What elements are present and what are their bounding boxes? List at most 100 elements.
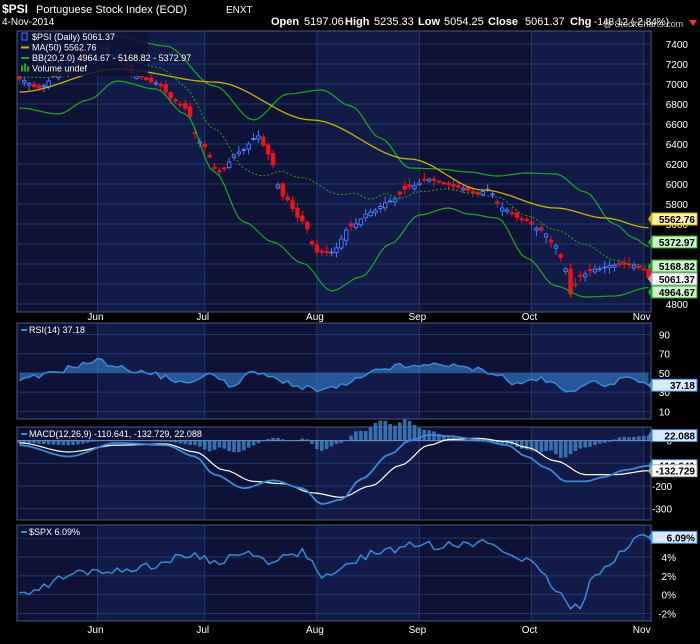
macd-histogram-bar <box>329 440 334 447</box>
chart-header: $PSI Portuguese Stock Index (EOD) ENXT 4… <box>2 2 697 29</box>
price-month-band <box>316 31 420 312</box>
candle-body <box>597 267 602 271</box>
symbol-label: $PSI <box>2 2 28 16</box>
macd-tick-label: -200 <box>652 482 672 493</box>
candle-body <box>607 265 612 269</box>
spx-value-tag: 6.09% <box>667 533 695 544</box>
rsi-tick-label: 90 <box>659 331 671 342</box>
candle-body <box>451 184 456 187</box>
macd-histogram-bar <box>232 440 236 453</box>
close-value: 5061.37 <box>525 16 565 28</box>
index-name-label: Portuguese Stock Index (EOD) <box>36 4 187 16</box>
candle-body <box>217 170 222 173</box>
macd-histogram-bar <box>388 423 392 441</box>
macd-histogram-bar <box>193 440 197 446</box>
macd-histogram-bar <box>61 440 66 446</box>
macd-value-tag: 22.088 <box>664 432 695 443</box>
candle-body <box>309 240 315 245</box>
macd-histogram-bar <box>315 440 319 450</box>
legend-label: Volume undef <box>32 64 88 74</box>
spx-panel: -2%0%2%4%6%$SPX 6.09%6.09% <box>16 524 698 622</box>
month-label: Sep <box>408 625 426 636</box>
spx-tick-label: 2% <box>662 572 677 583</box>
macd-histogram-bar <box>636 436 641 441</box>
macd-histogram-bar <box>51 440 56 445</box>
candle-body <box>563 268 568 273</box>
month-label: Nov <box>633 625 651 636</box>
macd-histogram-bar <box>641 435 646 441</box>
macd-histogram-bar <box>373 422 378 441</box>
candle-body <box>617 262 622 266</box>
price-value-tag: 5168.82 <box>659 262 696 273</box>
candle-body <box>202 143 207 148</box>
candle-body <box>373 209 378 214</box>
chg-value: -148.12 (-2.84%) <box>594 17 669 28</box>
down-arrow-icon <box>689 20 697 26</box>
candle-body <box>148 77 154 83</box>
candle-body <box>397 191 403 195</box>
price-tick-label: 5800 <box>666 200 689 211</box>
macd-histogram-bar <box>622 436 627 441</box>
macd-histogram-bar <box>593 440 597 446</box>
rsi-legend-label: RSI(14) 37.18 <box>29 325 85 335</box>
date-label: 4-Nov-2014 <box>2 17 55 28</box>
candle-body <box>368 211 373 217</box>
candle-body <box>529 221 534 226</box>
candle-body <box>480 191 485 195</box>
macd-histogram-bar <box>588 440 592 447</box>
candle-body <box>241 149 246 151</box>
macd-histogram-bar <box>407 420 412 441</box>
price-value-tag: 5372.97 <box>659 238 696 249</box>
candle-body <box>163 84 168 93</box>
macd-histogram-bar <box>368 427 373 441</box>
candle-body <box>158 84 164 87</box>
month-label: Jun <box>87 625 103 636</box>
spx-month-band <box>316 525 420 621</box>
candle-body <box>490 193 495 196</box>
macd-histogram-bar <box>402 419 407 441</box>
rsi-value-tag: 37.18 <box>670 381 695 392</box>
high-value: 5235.33 <box>374 16 414 28</box>
candle-body <box>280 183 285 197</box>
month-label: Nov <box>633 312 651 323</box>
spx-legend-label: $SPX 6.09% <box>29 527 80 537</box>
candle-body <box>187 106 193 118</box>
open-label: Open <box>271 16 299 28</box>
candle-body <box>222 167 227 170</box>
macd-histogram-bar <box>524 440 529 450</box>
legend-label: MA(50) 5562.76 <box>32 43 97 53</box>
candle-body <box>378 206 383 210</box>
rsi-tick-label: 50 <box>659 369 671 380</box>
candle-body <box>134 75 139 79</box>
candle-body <box>612 264 617 268</box>
candle-body <box>153 82 159 85</box>
legend-swatch <box>24 63 26 72</box>
macd-histogram-bar <box>246 440 251 448</box>
legend-label: BB(20,2.0) 4964.67 - 5168.82 - 5372.97 <box>32 53 191 63</box>
legend-swatch <box>21 65 23 72</box>
candle-body <box>353 223 359 228</box>
candle-body <box>582 273 588 278</box>
candle-body <box>358 218 364 226</box>
candle-body <box>514 212 520 218</box>
candle-body <box>602 266 607 269</box>
month-label: Oct <box>522 625 538 636</box>
month-label: Aug <box>306 312 324 323</box>
candle-body <box>504 209 510 213</box>
candle-body <box>212 166 217 169</box>
macd-tick-label: -300 <box>652 505 672 516</box>
candle-body <box>383 202 388 209</box>
chart-canvas: $PSI Portuguese Stock Index (EOD) ENXT 4… <box>0 0 700 639</box>
candle-body <box>553 245 559 249</box>
candle-body <box>226 161 232 169</box>
candle-body <box>314 244 320 253</box>
macd-histogram-bar <box>358 430 363 441</box>
spx-tick-label: 4% <box>662 553 677 564</box>
candle-body <box>441 182 446 185</box>
macd-histogram-bar <box>183 440 188 445</box>
candle-body <box>387 200 393 203</box>
macd-histogram-bar <box>207 440 212 452</box>
candle-body <box>26 83 32 86</box>
candle-body <box>456 185 461 188</box>
macd-histogram-bar <box>237 440 241 453</box>
